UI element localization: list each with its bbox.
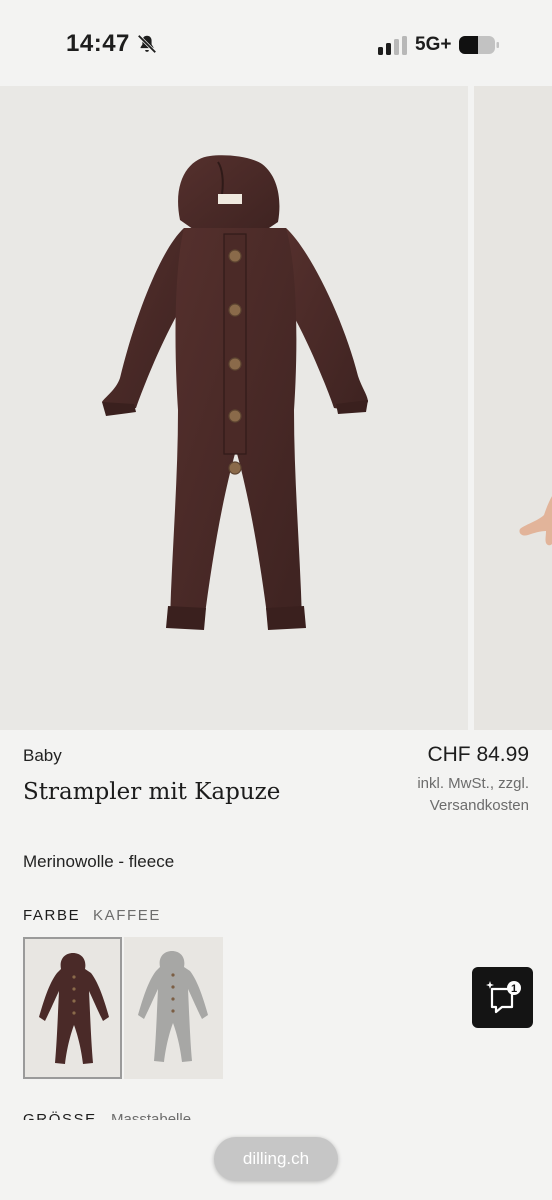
- status-bar: 14:47 5G+: [0, 0, 552, 86]
- color-selected-value: KAFFEE: [93, 907, 161, 924]
- romper-image: [102, 155, 368, 630]
- product-category: Baby: [23, 746, 62, 765]
- product-image-main[interactable]: [0, 86, 468, 730]
- product-image-next[interactable]: [474, 86, 552, 730]
- signal-icon: [378, 36, 407, 55]
- network-type: 5G+: [415, 34, 452, 55]
- chat-button[interactable]: 1: [472, 967, 533, 1028]
- color-swatch-kaffee[interactable]: [23, 937, 122, 1079]
- battery-icon: [459, 36, 499, 54]
- color-label: FARBE: [23, 907, 81, 924]
- size-chart-link[interactable]: Masstabelle: [111, 1110, 191, 1120]
- hand-image: [519, 496, 552, 546]
- romper-thumbnail-brown: [39, 953, 109, 1064]
- product-title: Strampler mit Kapuze: [23, 779, 281, 805]
- chat-icon: 1: [486, 981, 521, 1014]
- size-label: GRÖSSE: [23, 1111, 97, 1120]
- color-swatch-grey[interactable]: [124, 937, 223, 1079]
- price-note: inkl. MwSt., zzgl. Versandkosten: [417, 775, 529, 814]
- product-material: Merinowolle - fleece: [23, 852, 175, 871]
- romper-thumbnail-grey: [138, 951, 208, 1062]
- chat-badge: 1: [511, 983, 517, 995]
- url-bar[interactable]: dilling.ch: [214, 1137, 338, 1181]
- bell-slash-icon: [137, 34, 157, 54]
- product-price: CHF 84.99: [427, 743, 529, 766]
- status-time: 14:47: [66, 30, 130, 57]
- product-image-gallery[interactable]: [0, 86, 552, 730]
